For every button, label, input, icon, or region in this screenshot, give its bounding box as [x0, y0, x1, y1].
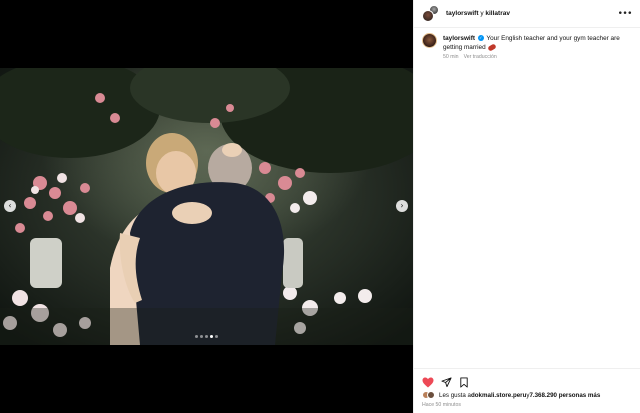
- action-bar: [414, 369, 640, 389]
- previous-slide-button[interactable]: ‹: [4, 200, 16, 212]
- likes-prefix: Les gusta a: [439, 391, 471, 399]
- translate-link[interactable]: Ver traducción: [464, 54, 497, 60]
- likes-summary: Les gusta a dokmali.store.peru y 7.368.2…: [414, 389, 640, 399]
- slide-dot: [200, 335, 203, 338]
- slide-dot: [215, 335, 218, 338]
- likes-count[interactable]: 7.368.290 personas más: [529, 392, 600, 399]
- collab-avatars[interactable]: [422, 4, 440, 23]
- slide-dot: [205, 335, 208, 338]
- caption-username[interactable]: taylorswift: [443, 35, 475, 42]
- save-button[interactable]: [457, 375, 471, 389]
- bookmark-icon: [460, 376, 468, 388]
- share-button[interactable]: [439, 375, 453, 389]
- send-icon: [440, 376, 452, 387]
- media-viewer: ‹ ›: [0, 0, 413, 413]
- caption-time: 50 min: [443, 54, 459, 60]
- caption-body: taylorswift ✓ Your English teacher and y…: [443, 34, 632, 52]
- post-footer: Les gusta a dokmali.store.peru y 7.368.2…: [414, 368, 640, 413]
- avatar[interactable]: [422, 33, 437, 48]
- liker-avatars: [422, 391, 435, 399]
- verified-badge-icon: ✓: [477, 35, 484, 42]
- next-slide-button[interactable]: ›: [396, 200, 408, 212]
- slide-dot: [195, 335, 198, 338]
- ring-emoji-icon: [486, 43, 497, 52]
- author-link-taylorswift[interactable]: taylorswift: [446, 10, 479, 17]
- post-side-panel: taylorswift y killatrav ••• taylorswift …: [413, 0, 640, 413]
- collab-authors: taylorswift y killatrav: [446, 10, 510, 17]
- heart-filled-icon: [422, 377, 434, 387]
- instagram-post-view: ‹ › taylorswift y killatrav ••• taylorsw…: [0, 0, 640, 413]
- slide-indicator: [0, 335, 413, 338]
- caption-meta: 50 min Ver traducción: [443, 54, 632, 60]
- post-caption: taylorswift ✓ Your English teacher and y…: [414, 28, 640, 60]
- post-photo[interactable]: [0, 68, 413, 345]
- like-button[interactable]: [421, 375, 435, 389]
- chevron-right-icon: ›: [400, 201, 404, 210]
- chevron-left-icon: ‹: [8, 201, 12, 210]
- photo-illustration: [0, 68, 413, 345]
- avatar: [422, 9, 434, 22]
- post-timestamp: Hace 50 minutos: [422, 402, 461, 408]
- more-options-icon[interactable]: •••: [618, 9, 633, 19]
- avatar: [427, 391, 435, 399]
- slide-dot-active: [210, 335, 213, 338]
- author-link-killatrav[interactable]: killatrav: [485, 10, 510, 17]
- post-header: taylorswift y killatrav •••: [414, 0, 640, 28]
- liker-username[interactable]: dokmali.store.peru: [471, 392, 526, 399]
